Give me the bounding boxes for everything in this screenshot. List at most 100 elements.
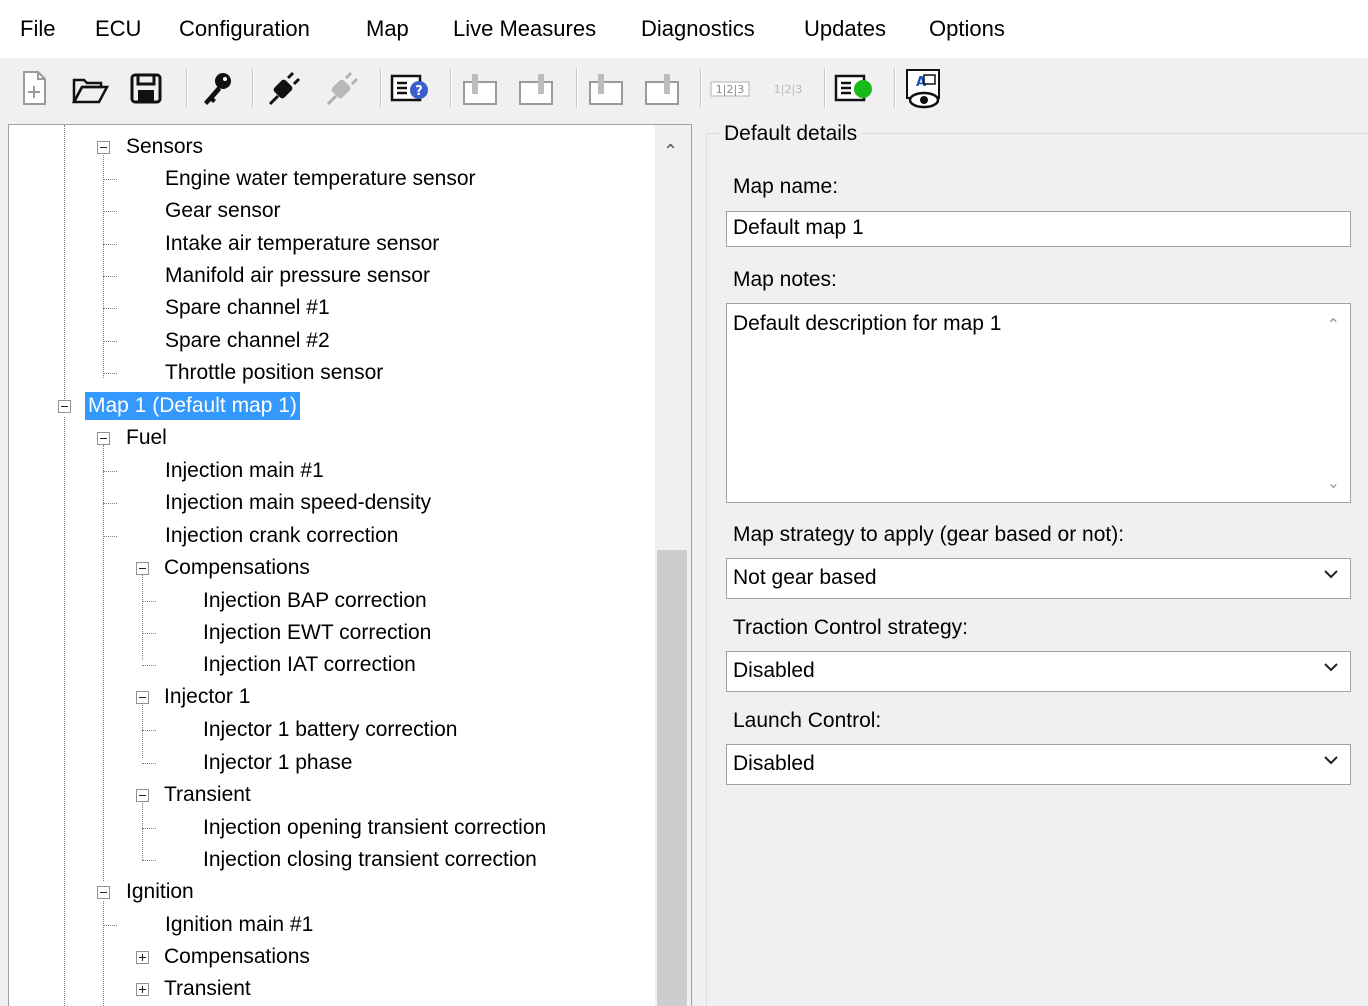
strategy-label: Map strategy to apply (gear based or not… <box>733 523 1125 546</box>
tree-node-sensor[interactable]: Throttle position sensor <box>165 359 383 387</box>
connect-plug-icon[interactable] <box>264 66 304 110</box>
tree-connector <box>142 730 156 731</box>
upload-icon[interactable] <box>460 66 500 110</box>
tree-node-compensation-item[interactable]: Injection IAT correction <box>203 651 416 679</box>
traction-select[interactable]: Disabled <box>726 651 1351 692</box>
chevron-down-icon <box>1324 663 1338 672</box>
chevron-up-icon[interactable]: ⌃ <box>1327 312 1340 340</box>
tree-connector <box>103 276 117 277</box>
tree-node-sensor[interactable]: Intake air temperature sensor <box>165 230 439 258</box>
tree-connector <box>103 341 117 342</box>
tree-connector <box>103 901 104 1006</box>
menu-updates[interactable]: Updates <box>804 15 886 43</box>
expand-icon[interactable] <box>136 951 149 964</box>
tree-node-sensor[interactable]: Spare channel #1 <box>165 294 330 322</box>
tree-connector <box>103 244 117 245</box>
download-icon[interactable] <box>586 66 626 110</box>
tree-node-injector-item[interactable]: Injector 1 battery correction <box>203 716 457 744</box>
ecu-info-icon[interactable]: ? <box>390 66 430 110</box>
tree-connector <box>142 763 156 764</box>
menu-file[interactable]: File <box>20 15 55 43</box>
toolbar-separator <box>894 68 896 108</box>
tree-node-ignition[interactable]: Ignition <box>126 878 194 906</box>
tree-node-ignition-item[interactable]: Ignition main #1 <box>165 911 313 939</box>
map-name-input[interactable]: Default map 1 <box>726 211 1351 247</box>
tree-node-fuel-item[interactable]: Injection crank correction <box>165 522 398 550</box>
toolbar: ? 1|2|3 1|2|3 A <box>0 58 1368 120</box>
tree-connector <box>103 373 117 374</box>
tree-node-injector1[interactable]: Injector 1 <box>164 683 250 711</box>
tree-connector <box>142 570 143 660</box>
tree-node-sensor[interactable]: Gear sensor <box>165 197 281 225</box>
tree-node-sensor[interactable]: Manifold air pressure sensor <box>165 262 430 290</box>
tree-connector <box>103 308 117 309</box>
tree-node-transient-item[interactable]: Injection opening transient correction <box>203 814 546 842</box>
collapse-icon[interactable] <box>136 562 149 575</box>
collapse-icon[interactable] <box>136 789 149 802</box>
tree-scrollbar[interactable]: ⌃ <box>655 125 691 1006</box>
menu-diagnostics[interactable]: Diagnostics <box>641 15 755 43</box>
menu-live-measures[interactable]: Live Measures <box>453 15 596 43</box>
tree-node-transient-item[interactable]: Injection closing transient correction <box>203 846 537 874</box>
launch-select[interactable]: Disabled <box>726 744 1351 785</box>
tree-node-fuel-item[interactable]: Injection main speed-density <box>165 489 431 517</box>
tree-node-sensors[interactable]: Sensors <box>126 133 203 161</box>
compare-icon[interactable]: 1|2|3 <box>710 66 750 110</box>
expand-icon[interactable] <box>136 983 149 996</box>
upload-active-icon[interactable] <box>516 66 556 110</box>
tree-node-map1-selected[interactable]: Map 1 (Default map 1) <box>85 392 300 420</box>
tree-node-compensations[interactable]: Compensations <box>164 554 310 582</box>
tree-node-injector-item[interactable]: Injector 1 phase <box>203 749 352 777</box>
collapse-icon[interactable] <box>136 691 149 704</box>
tree-node-sensor[interactable]: Spare channel #2 <box>165 327 330 355</box>
toolbar-separator <box>700 68 702 108</box>
tree-node-transient[interactable]: Transient <box>164 781 251 809</box>
chevron-up-icon[interactable]: ⌃ <box>663 141 678 162</box>
tree-connector <box>103 211 117 212</box>
chevron-down-icon <box>1324 570 1338 579</box>
scrollbar-thumb[interactable] <box>657 550 687 1006</box>
project-tree[interactable]: Sensors Engine water temperature sensor … <box>8 124 692 1006</box>
compare-disabled-icon[interactable]: 1|2|3 <box>768 66 808 110</box>
tree-node-sensor[interactable]: Engine water temperature sensor <box>165 165 476 193</box>
tree-node-ignition-transient[interactable]: Transient <box>164 975 251 1003</box>
tree-connector <box>142 601 156 602</box>
menu-configuration[interactable]: Configuration <box>179 15 310 43</box>
tree-connector <box>142 700 143 758</box>
open-folder-icon[interactable] <box>70 66 110 110</box>
chevron-down-icon <box>1324 756 1338 765</box>
tree-connector <box>64 417 65 1006</box>
download-active-icon[interactable] <box>642 66 682 110</box>
tree-node-fuel[interactable]: Fuel <box>126 424 167 452</box>
key-icon[interactable] <box>196 66 236 110</box>
disconnect-plug-icon[interactable] <box>322 66 362 110</box>
launch-label: Launch Control: <box>733 709 882 732</box>
tree-connector <box>103 503 117 504</box>
view-eye-icon[interactable]: A <box>904 66 944 110</box>
toolbar-separator <box>450 68 452 108</box>
collapse-icon[interactable] <box>97 886 110 899</box>
menu-bar: File ECU Configuration Map Live Measures… <box>0 0 1368 58</box>
chevron-down-icon[interactable]: ⌄ <box>1327 470 1340 498</box>
collapse-icon[interactable] <box>58 400 71 413</box>
traction-value: Disabled <box>733 659 815 682</box>
tree-connector <box>142 633 156 634</box>
strategy-select[interactable]: Not gear based <box>726 558 1351 599</box>
collapse-icon[interactable] <box>97 432 110 445</box>
tree-node-ignition-compensations[interactable]: Compensations <box>164 943 310 971</box>
tree-node-compensation-item[interactable]: Injection EWT correction <box>203 619 431 647</box>
collapse-icon[interactable] <box>97 141 110 154</box>
tree-node-compensation-item[interactable]: Injection BAP correction <box>203 587 427 615</box>
ecu-status-green-icon[interactable] <box>834 66 874 110</box>
menu-options[interactable]: Options <box>929 15 1005 43</box>
menu-map[interactable]: Map <box>366 15 409 43</box>
new-file-icon[interactable] <box>14 66 54 110</box>
map-notes-textarea[interactable]: Default description for map 1 ⌃ ⌄ <box>726 303 1351 503</box>
save-icon[interactable] <box>126 66 166 110</box>
menu-ecu[interactable]: ECU <box>95 15 141 43</box>
tree-connector <box>103 536 117 537</box>
tree-connector <box>103 471 117 472</box>
tree-node-fuel-item[interactable]: Injection main #1 <box>165 457 324 485</box>
toolbar-separator <box>576 68 578 108</box>
traction-label: Traction Control strategy: <box>733 616 968 639</box>
